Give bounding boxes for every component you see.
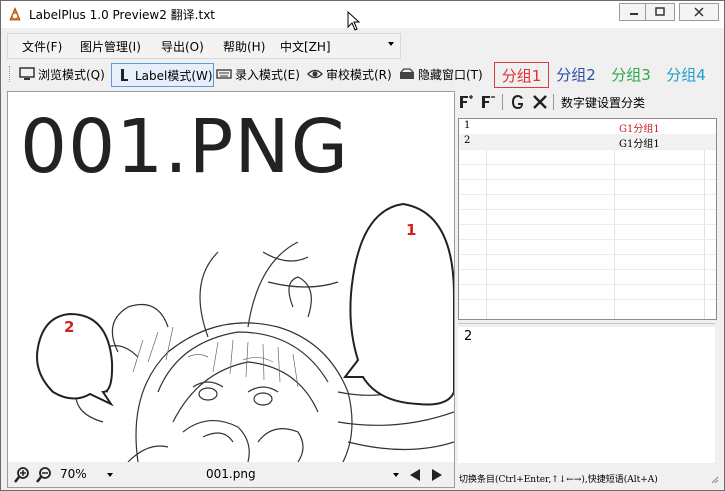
translation-text-area[interactable]: 2 xyxy=(458,327,715,463)
next-page-icon[interactable] xyxy=(430,467,444,483)
label-mode-button[interactable]: Label模式(W) xyxy=(111,63,214,87)
group-2-label: 分组2 xyxy=(556,65,596,84)
table-row-divider xyxy=(459,179,716,180)
zoom-in-icon[interactable] xyxy=(14,467,30,483)
image-title-text: 001.PNG xyxy=(20,104,350,190)
menu-bar: 文件(F) 图片管理(I) 导出(O) 帮助(H) 中文[ZH] xyxy=(7,33,401,59)
table-row[interactable]: 1 G1分组1 xyxy=(459,119,716,135)
menu-file[interactable]: 文件(F) xyxy=(22,38,62,55)
label-l-icon xyxy=(121,69,128,81)
image-canvas[interactable]: 001.PNG 1 2 xyxy=(8,92,454,462)
chevron-down-icon[interactable] xyxy=(388,42,394,46)
app-window: LabelPlus 1.0 Preview2 翻译.txt 文件(F) 图片管理… xyxy=(0,0,725,491)
menu-export[interactable]: 导出(O) xyxy=(161,38,204,55)
group-1-label: 分组1 xyxy=(501,66,542,85)
hide-window-icon xyxy=(400,68,414,79)
table-row[interactable]: 2 G1分组1 xyxy=(459,134,716,150)
row-group: G1分组1 xyxy=(619,139,660,150)
label-marker-2[interactable]: 2 xyxy=(64,318,74,336)
table-row-divider xyxy=(459,194,716,195)
label-list-toolbar: 数字键设置分类 xyxy=(456,91,721,113)
group-3-button[interactable]: 分组3 xyxy=(605,62,657,86)
label-marker-1[interactable]: 1 xyxy=(406,221,416,239)
group-4-button[interactable]: 分组4 xyxy=(660,62,712,86)
table-row-divider xyxy=(459,149,716,150)
resize-grip-icon[interactable] xyxy=(709,474,719,484)
chevron-down-icon[interactable] xyxy=(107,473,113,477)
close-icon xyxy=(694,7,704,17)
panel-splitter[interactable] xyxy=(458,323,715,324)
row-group: G1分组1 xyxy=(619,124,660,135)
row-index: 2 xyxy=(464,135,471,146)
row-index: 1 xyxy=(464,120,471,131)
browse-mode-button[interactable]: 浏览模式(Q) xyxy=(19,63,105,85)
language-select[interactable]: 中文[ZH] xyxy=(280,38,331,55)
app-icon xyxy=(9,6,21,21)
zoom-select[interactable]: 70% xyxy=(60,467,87,481)
numeric-key-category-label: 数字键设置分类 xyxy=(561,96,646,110)
menu-image-management[interactable]: 图片管理(I) xyxy=(80,38,141,55)
window-title: LabelPlus 1.0 Preview2 翻译.txt xyxy=(29,8,216,22)
table-row-divider xyxy=(459,239,716,240)
delete-icon[interactable] xyxy=(532,94,548,110)
maximize-button[interactable] xyxy=(645,3,675,21)
image-view-panel: 001.PNG 1 2 70% 001.png xyxy=(7,91,455,488)
toolbar-separator xyxy=(553,94,554,110)
group-4-label: 分组4 xyxy=(666,65,706,84)
label-table[interactable]: 1 G1分组1 2 G1分组1 xyxy=(458,118,717,320)
toolbar-separator xyxy=(502,94,503,110)
hide-window-button[interactable]: 隐藏窗口(T) xyxy=(399,63,483,85)
keyboard-icon xyxy=(216,69,232,79)
main-toolbar: 浏览模式(Q) Label模式(W) 录入模式(E) 审校模式(R) 隐藏窗口(… xyxy=(7,61,721,88)
chevron-down-icon[interactable] xyxy=(393,473,399,477)
group-2-button[interactable]: 分组2 xyxy=(550,62,602,86)
table-row-divider xyxy=(459,284,716,285)
menu-help[interactable]: 帮助(H) xyxy=(223,38,265,55)
zoom-out-icon[interactable] xyxy=(36,467,52,483)
close-button[interactable] xyxy=(679,3,719,21)
table-row-divider xyxy=(459,269,716,270)
eye-icon xyxy=(307,69,323,79)
minimize-icon xyxy=(630,13,638,15)
group-g-icon[interactable] xyxy=(510,94,526,110)
file-select[interactable]: 001.png xyxy=(206,467,256,481)
table-row-divider xyxy=(459,224,716,225)
group-1-button[interactable]: 分组1 xyxy=(494,62,549,88)
review-mode-button[interactable]: 审校模式(R) xyxy=(307,63,392,85)
previous-page-icon[interactable] xyxy=(408,467,422,483)
toolbar-grip[interactable] xyxy=(9,66,12,82)
mouse-cursor-icon xyxy=(347,11,361,31)
table-row-divider xyxy=(459,254,716,255)
image-nav-bar: 70% 001.png xyxy=(8,462,454,487)
font-increase-icon[interactable] xyxy=(458,94,474,110)
table-row-divider xyxy=(459,209,716,210)
hide-window-label: 隐藏窗口(T) xyxy=(418,67,483,82)
title-bar: LabelPlus 1.0 Preview2 翻译.txt xyxy=(1,1,724,28)
current-label-index: 2 xyxy=(464,329,473,344)
monitor-icon xyxy=(19,67,35,80)
input-mode-label: 录入模式(E) xyxy=(235,67,300,82)
shortcut-hint: 切换条目(Ctrl+Enter,↑↓←→),快捷短语(Alt+A) xyxy=(459,475,658,485)
table-row-divider xyxy=(459,299,716,300)
maximize-icon xyxy=(655,7,665,16)
review-mode-label: 审校模式(R) xyxy=(326,67,392,82)
browse-mode-label: 浏览模式(Q) xyxy=(38,67,105,82)
label-mode-label: Label模式(W) xyxy=(135,68,213,83)
group-3-label: 分组3 xyxy=(611,65,651,84)
input-mode-button[interactable]: 录入模式(E) xyxy=(216,63,300,85)
label-list-panel: 数字键设置分类 1 G1分组1 2 G1分组1 2 切换条目(Ctrl+Ente… xyxy=(456,91,721,486)
font-decrease-icon[interactable] xyxy=(480,94,496,110)
table-row-divider xyxy=(459,164,716,165)
